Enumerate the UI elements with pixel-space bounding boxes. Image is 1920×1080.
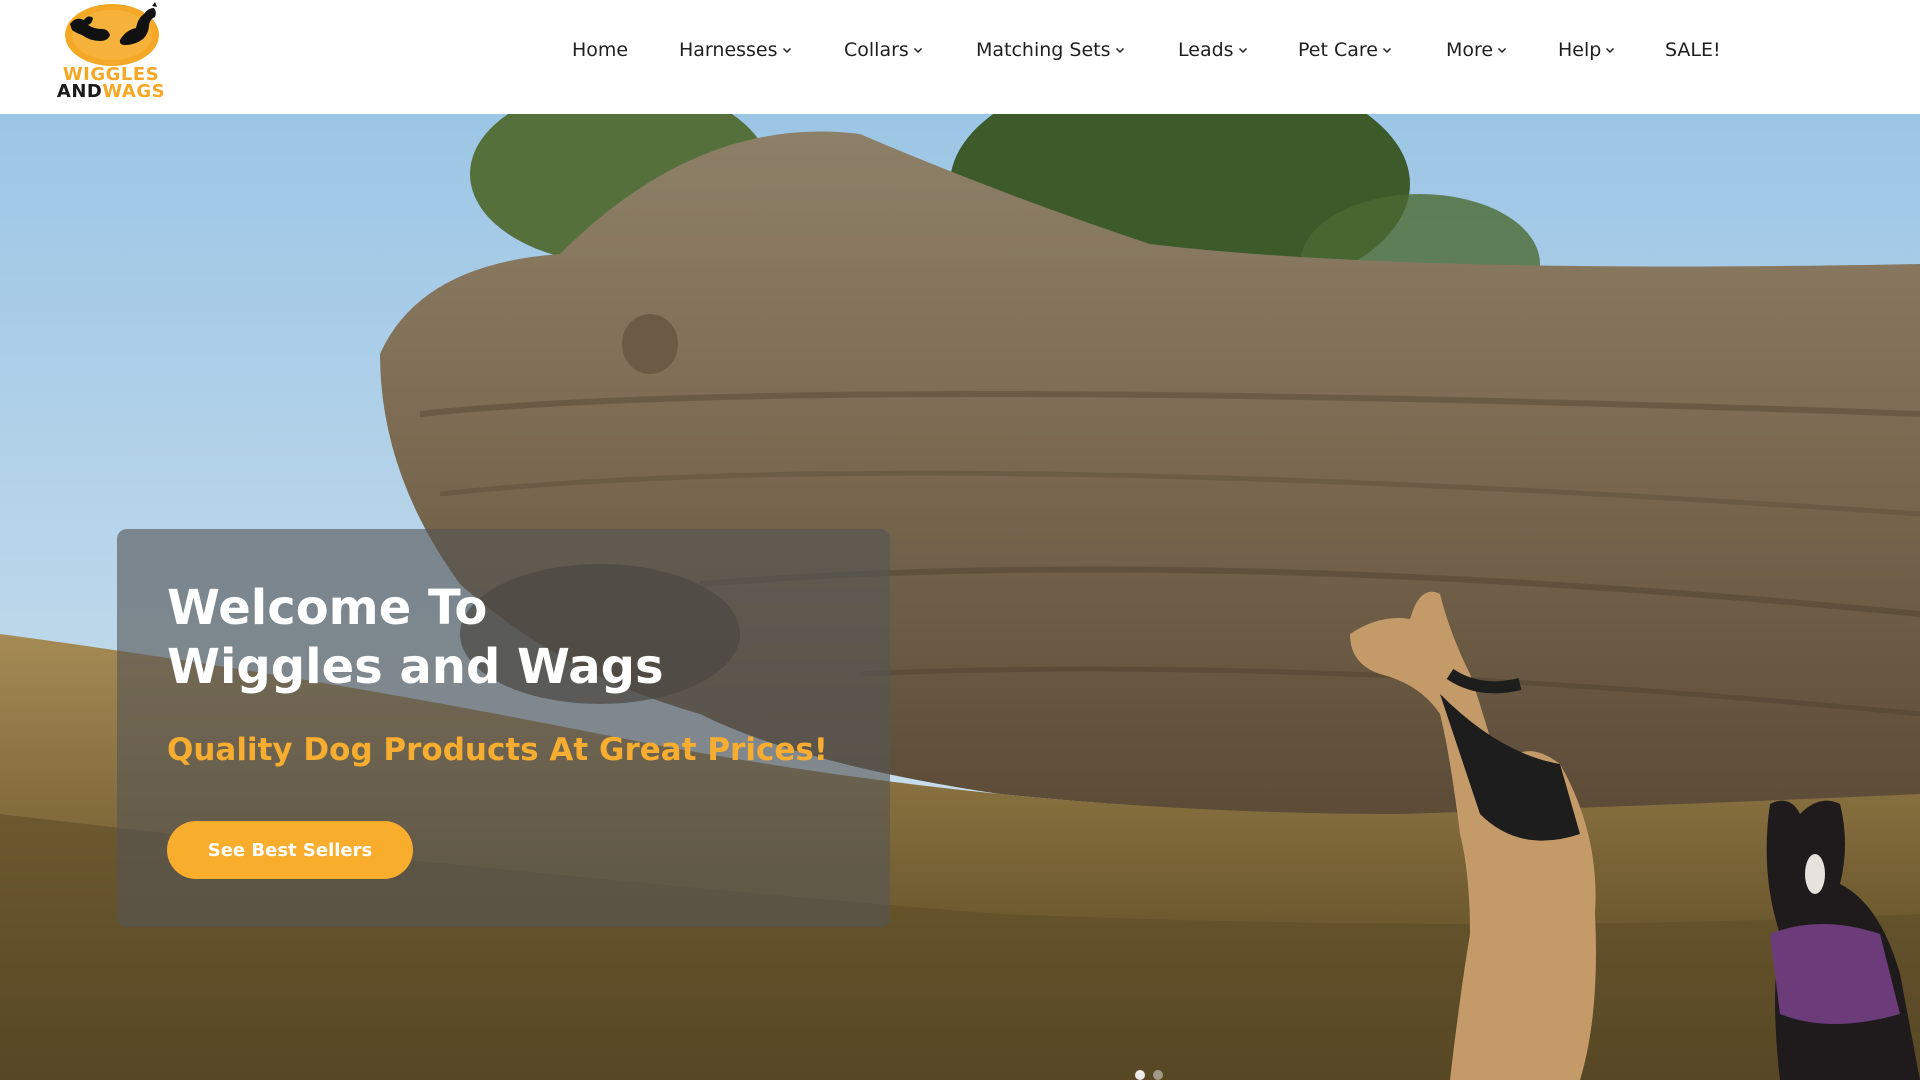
nav-item-label: Collars	[844, 39, 909, 61]
nav-item-sale[interactable]: SALE!	[1665, 38, 1721, 62]
nav-item-harnesses[interactable]: Harnesses	[679, 38, 792, 62]
nav-item-label: Harnesses	[679, 39, 778, 61]
hero-banner: Welcome To Wiggles and Wags Quality Dog …	[0, 114, 1920, 1080]
hero-overlay-panel: Welcome To Wiggles and Wags Quality Dog …	[117, 529, 890, 927]
slider-dots	[1135, 1070, 1165, 1080]
nav-item-label: Leads	[1178, 39, 1234, 61]
nav-item-more[interactable]: More	[1446, 38, 1507, 62]
see-best-sellers-button[interactable]: See Best Sellers	[167, 821, 413, 879]
chevron-down-icon	[782, 47, 791, 54]
nav-item-label: Home	[572, 39, 629, 61]
chevron-down-icon	[1498, 47, 1507, 54]
nav-item-label: SALE!	[1665, 39, 1721, 61]
nav-item-label: Matching Sets	[976, 39, 1111, 61]
site-header: WIGGLES ANDWAGS Home Harnesses Collars M…	[0, 0, 1920, 114]
main-navigation: Home Harnesses Collars Matching Sets Lea…	[0, 0, 1920, 100]
hero-title-line1: Welcome To	[167, 580, 488, 636]
nav-item-leads[interactable]: Leads	[1178, 38, 1248, 62]
chevron-down-icon	[1238, 47, 1247, 54]
nav-item-collars[interactable]: Collars	[844, 38, 923, 62]
nav-item-help[interactable]: Help	[1558, 38, 1615, 62]
slider-dot[interactable]	[1153, 1070, 1163, 1080]
nav-item-label: More	[1446, 39, 1494, 61]
hero-tagline: Quality Dog Products At Great Prices!	[167, 732, 828, 768]
chevron-down-icon	[1382, 47, 1391, 54]
chevron-down-icon	[1115, 47, 1124, 54]
nav-item-label: Help	[1558, 39, 1602, 61]
nav-item-pet-care[interactable]: Pet Care	[1298, 38, 1392, 62]
chevron-down-icon	[1606, 47, 1615, 54]
nav-item-home[interactable]: Home	[572, 38, 628, 62]
nav-item-label: Pet Care	[1298, 39, 1378, 61]
nav-item-matching-sets[interactable]: Matching Sets	[976, 38, 1125, 62]
hero-title-line2: Wiggles and Wags	[167, 639, 664, 695]
chevron-down-icon	[913, 47, 922, 54]
slider-dot-active[interactable]	[1135, 1070, 1145, 1080]
hero-title: Welcome To Wiggles and Wags	[167, 579, 664, 697]
